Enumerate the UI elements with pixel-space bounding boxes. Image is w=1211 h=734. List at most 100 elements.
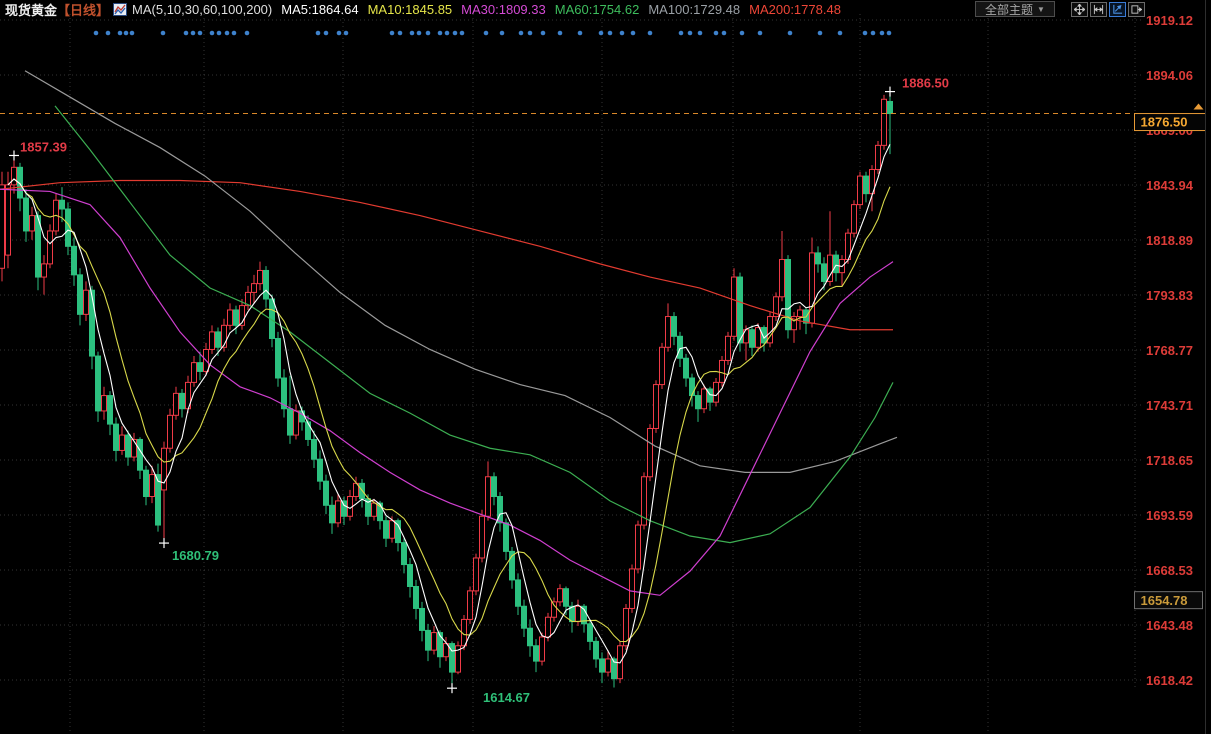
event-dot	[527, 30, 533, 36]
event-dot	[336, 30, 342, 36]
period-label: 【日线】	[57, 2, 110, 18]
price-up-arrow-icon	[1193, 103, 1204, 110]
event-dot	[739, 30, 745, 36]
ma-settings-label: MA(5,10,30,60,100,200)	[132, 1, 273, 17]
axis-label: 1643.48	[1146, 618, 1193, 633]
extreme-price-label: 1680.79	[172, 548, 219, 563]
moving-average-lines	[0, 70, 898, 664]
axis-label: 1843.94	[1146, 178, 1194, 193]
themes-dropdown[interactable]: 全部主题 ▼	[975, 1, 1055, 17]
collapse-panel-button[interactable]	[1128, 2, 1145, 17]
axis-label: 1618.42	[1146, 673, 1193, 688]
event-dot	[630, 30, 636, 36]
event-dot	[105, 30, 111, 36]
event-dot	[540, 30, 546, 36]
event-dot	[870, 30, 876, 36]
ma-line-ma200	[0, 179, 893, 331]
extreme-price-label: 1614.67	[483, 690, 530, 705]
event-dot	[697, 30, 703, 36]
event-dot	[598, 30, 604, 36]
event-dot	[437, 30, 443, 36]
axis-label: 1894.06	[1146, 68, 1193, 83]
event-dot	[687, 30, 693, 36]
event-dot	[459, 30, 465, 36]
chevron-down-icon: ▼	[1037, 4, 1045, 14]
ma5-value: MA5:1864.64	[281, 1, 359, 17]
axis-label: 1693.59	[1146, 508, 1193, 523]
panel-divider	[1205, 0, 1206, 734]
ma-line-ma10	[7, 178, 891, 643]
axis-label: 1718.65	[1146, 453, 1193, 468]
price-chart[interactable]: 1919.121894.061869.001843.941818.891793.…	[0, 0, 1211, 734]
current-price-marker: 1876.50	[0, 103, 1206, 132]
event-dot	[216, 30, 222, 36]
event-dot	[518, 30, 524, 36]
event-dot	[343, 30, 349, 36]
event-dot	[787, 30, 793, 36]
fit-screen-button[interactable]	[1071, 2, 1088, 17]
event-dot	[886, 30, 892, 36]
event-dot	[425, 30, 431, 36]
event-dot	[244, 30, 250, 36]
event-dot	[323, 30, 329, 36]
ma10-value: MA10:1845.85	[367, 1, 453, 17]
event-dot	[397, 30, 403, 36]
event-dot	[389, 30, 395, 36]
ma-line-ma30	[0, 188, 894, 596]
themes-dropdown-label: 全部主题	[985, 2, 1034, 17]
event-dot	[721, 30, 727, 36]
ma100-value: MA100:1729.48	[648, 1, 741, 17]
mini-chart-icon	[113, 2, 128, 16]
event-dot	[757, 30, 763, 36]
symbol-name: 现货黄金	[5, 2, 58, 18]
candlesticks	[0, 91, 893, 689]
event-dot	[619, 30, 625, 36]
ma30-value: MA30:1809.33	[461, 1, 546, 17]
event-dot	[713, 30, 719, 36]
scale-y-axis-button[interactable]	[1109, 2, 1126, 17]
axis-label: 1793.83	[1146, 288, 1193, 303]
ma200-value: MA200:1778.48	[749, 1, 841, 17]
event-dot	[409, 30, 415, 36]
event-dot	[862, 30, 868, 36]
event-dot	[647, 30, 653, 36]
cost-marker: 1654.78	[1134, 591, 1203, 610]
trading-terminal: { "header": { "symbol": "现货黄金", "period"…	[0, 0, 1211, 734]
event-dot	[452, 30, 458, 36]
axis-label: 1768.77	[1146, 343, 1193, 358]
ma60-value: MA60:1754.62	[554, 1, 640, 17]
collapse-panel-icon	[1131, 5, 1142, 14]
extreme-price-label: 1857.39	[20, 139, 67, 154]
event-dot	[315, 30, 321, 36]
ma-line-ma5	[7, 144, 891, 664]
event-dot	[499, 30, 505, 36]
event-dot	[160, 30, 166, 36]
event-dot	[117, 30, 123, 36]
event-dot	[190, 30, 196, 36]
scale-y-axis-icon	[1113, 4, 1123, 14]
event-dot	[879, 30, 885, 36]
event-dot	[483, 30, 489, 36]
event-dot	[607, 30, 613, 36]
event-dot	[557, 30, 563, 36]
scale-x-axis-icon	[1093, 4, 1104, 15]
scale-x-axis-button[interactable]	[1090, 2, 1107, 17]
event-dots	[93, 30, 892, 36]
event-dot	[416, 30, 422, 36]
extreme-price-label: 1886.50	[902, 76, 949, 91]
event-dot	[231, 30, 237, 36]
ma-line-ma100	[24, 70, 898, 473]
extreme-annotations: 1857.39 1886.50 1680.79 1614.67	[9, 76, 949, 705]
event-dot	[224, 30, 230, 36]
fit-screen-icon	[1074, 4, 1085, 15]
svg-text:1654.78: 1654.78	[1141, 593, 1188, 608]
event-dot	[837, 30, 843, 36]
event-dot	[93, 30, 99, 36]
axis-label: 1743.71	[1146, 398, 1193, 413]
event-dot	[577, 30, 583, 36]
event-dot	[444, 30, 450, 36]
event-dot	[209, 30, 215, 36]
svg-text:1876.50: 1876.50	[1141, 115, 1188, 130]
event-dot	[123, 30, 129, 36]
event-dot	[197, 30, 203, 36]
